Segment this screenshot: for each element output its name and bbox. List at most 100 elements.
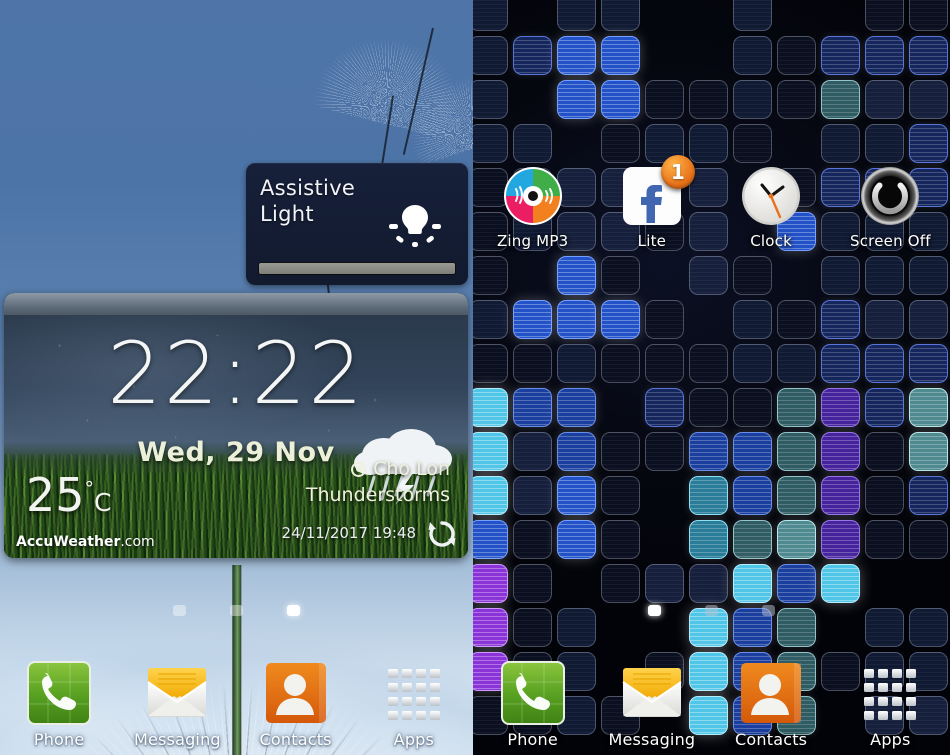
app-label: Screen Off bbox=[850, 232, 931, 250]
wallpaper-tile bbox=[777, 476, 816, 515]
wallpaper-tile bbox=[733, 388, 772, 427]
dock-item-contacts[interactable]: Contacts bbox=[712, 660, 831, 749]
wallpaper-tile bbox=[513, 36, 552, 75]
right-home-screen: Zing MP3 1 Lite Clock Screen Off Phone M… bbox=[473, 0, 950, 755]
wallpaper-tile bbox=[777, 300, 816, 339]
dock-item-label: Apps bbox=[870, 730, 910, 749]
wallpaper-tile bbox=[513, 124, 552, 163]
wallpaper-tile bbox=[733, 0, 772, 31]
degree-symbol: ° bbox=[85, 478, 95, 500]
dock-left: Phone Messaging Contacts Apps bbox=[0, 660, 473, 749]
dock-item-label: Apps bbox=[394, 730, 434, 749]
wallpaper-tile bbox=[821, 564, 860, 603]
wallpaper-tile bbox=[733, 80, 772, 119]
assistive-light-brightness-slider[interactable] bbox=[258, 262, 456, 275]
wallpaper-tile bbox=[733, 256, 772, 295]
dock-item-messaging[interactable]: Messaging bbox=[592, 660, 711, 749]
app-zing-mp3[interactable]: Zing MP3 bbox=[473, 165, 592, 250]
page-dot-active[interactable] bbox=[287, 605, 300, 616]
accuweather-brand: AccuWeather.com bbox=[16, 534, 155, 550]
weather-location: Cho Lon bbox=[351, 458, 450, 480]
wallpaper-tile bbox=[733, 36, 772, 75]
page-dot[interactable] bbox=[705, 605, 718, 616]
brand-name: AccuWeather bbox=[16, 534, 120, 550]
wallpaper-tile bbox=[777, 564, 816, 603]
analog-clock-icon bbox=[740, 165, 802, 227]
wallpaper-tile bbox=[821, 432, 860, 471]
temperature-unit: C bbox=[94, 488, 111, 517]
wallpaper-tile bbox=[865, 256, 904, 295]
wallpaper-tile bbox=[689, 564, 728, 603]
brand-tld: .com bbox=[120, 534, 154, 550]
wallpaper-tile bbox=[689, 256, 728, 295]
dock-item-contacts[interactable]: Contacts bbox=[237, 660, 355, 749]
wallpaper-tile bbox=[821, 300, 860, 339]
weather-updated-time: 24/11/2017 19:48 bbox=[282, 524, 416, 542]
wallpaper-tile bbox=[821, 476, 860, 515]
wallpaper-tile bbox=[601, 564, 640, 603]
wallpaper-tile bbox=[733, 124, 772, 163]
dock-item-label: Phone bbox=[34, 730, 85, 749]
dock-item-phone[interactable]: Phone bbox=[473, 660, 592, 749]
wallpaper-tile bbox=[513, 300, 552, 339]
wallpaper-tile bbox=[821, 388, 860, 427]
wallpaper-tile bbox=[601, 432, 640, 471]
app-label: Zing MP3 bbox=[497, 232, 568, 250]
app-screen-off[interactable]: Screen Off bbox=[831, 165, 950, 250]
wallpaper-tile bbox=[557, 388, 596, 427]
notification-badge: 1 bbox=[661, 155, 695, 189]
wallpaper-tile bbox=[557, 300, 596, 339]
wallpaper-tile bbox=[557, 256, 596, 295]
accuweather-clock-widget[interactable]: 22:22 Wed, 29 Nov 25°C AccuWeather.com C… bbox=[4, 293, 468, 558]
wallpaper-tile bbox=[733, 300, 772, 339]
app-clock[interactable]: Clock bbox=[712, 165, 831, 250]
wallpaper-tile bbox=[909, 344, 948, 383]
refresh-icon[interactable] bbox=[426, 518, 458, 550]
wallpaper-tile bbox=[777, 80, 816, 119]
wallpaper-tile bbox=[601, 520, 640, 559]
wallpaper-tile bbox=[733, 432, 772, 471]
dock-item-phone[interactable]: Phone bbox=[0, 660, 118, 749]
wallpaper-tile bbox=[909, 300, 948, 339]
dock-item-apps[interactable]: Apps bbox=[831, 660, 950, 749]
dock-item-label: Messaging bbox=[608, 730, 695, 749]
dock-item-messaging[interactable]: Messaging bbox=[118, 660, 236, 749]
page-dot-active[interactable] bbox=[648, 605, 661, 616]
wallpaper-tile bbox=[645, 344, 684, 383]
wallpaper-tile bbox=[557, 80, 596, 119]
weather-condition: Thunderstorms bbox=[306, 484, 450, 506]
wallpaper-tile bbox=[557, 36, 596, 75]
wallpaper-tile bbox=[513, 520, 552, 559]
envelope-icon bbox=[619, 660, 685, 726]
dock-item-label: Contacts bbox=[735, 730, 807, 749]
wallpaper-tile bbox=[473, 0, 508, 31]
page-dot[interactable] bbox=[762, 605, 775, 616]
wallpaper-tile bbox=[557, 476, 596, 515]
app-facebook-lite[interactable]: 1 Lite bbox=[592, 165, 711, 250]
dock-item-apps[interactable]: Apps bbox=[355, 660, 473, 749]
wallpaper-tile bbox=[909, 0, 948, 31]
wallpaper-tile bbox=[865, 124, 904, 163]
phone-icon bbox=[26, 660, 92, 726]
wallpaper-tile bbox=[557, 520, 596, 559]
wallpaper-tile bbox=[689, 80, 728, 119]
wallpaper-tile bbox=[473, 476, 508, 515]
wallpaper-tile bbox=[733, 564, 772, 603]
wallpaper-tile bbox=[733, 520, 772, 559]
slider-fill bbox=[259, 263, 455, 274]
app-label: Lite bbox=[638, 232, 666, 250]
page-dot[interactable] bbox=[230, 605, 243, 616]
page-dot[interactable] bbox=[173, 605, 186, 616]
assistive-light-widget[interactable]: Assistive Light bbox=[246, 163, 468, 285]
facebook-lite-icon: 1 bbox=[621, 165, 683, 227]
temperature-reading: 25°C bbox=[26, 468, 112, 522]
person-icon bbox=[738, 660, 804, 726]
wallpaper-tile bbox=[557, 0, 596, 31]
wallpaper-tile bbox=[645, 388, 684, 427]
wallpaper-tile bbox=[513, 388, 552, 427]
dual-screenshot-root: Assistive Light 22:22 Wed, 29 Nov 25°C A… bbox=[0, 0, 950, 755]
wallpaper-tile bbox=[865, 36, 904, 75]
wallpaper-tile bbox=[689, 520, 728, 559]
wallpaper-tile bbox=[909, 256, 948, 295]
dock-item-label: Messaging bbox=[134, 730, 221, 749]
